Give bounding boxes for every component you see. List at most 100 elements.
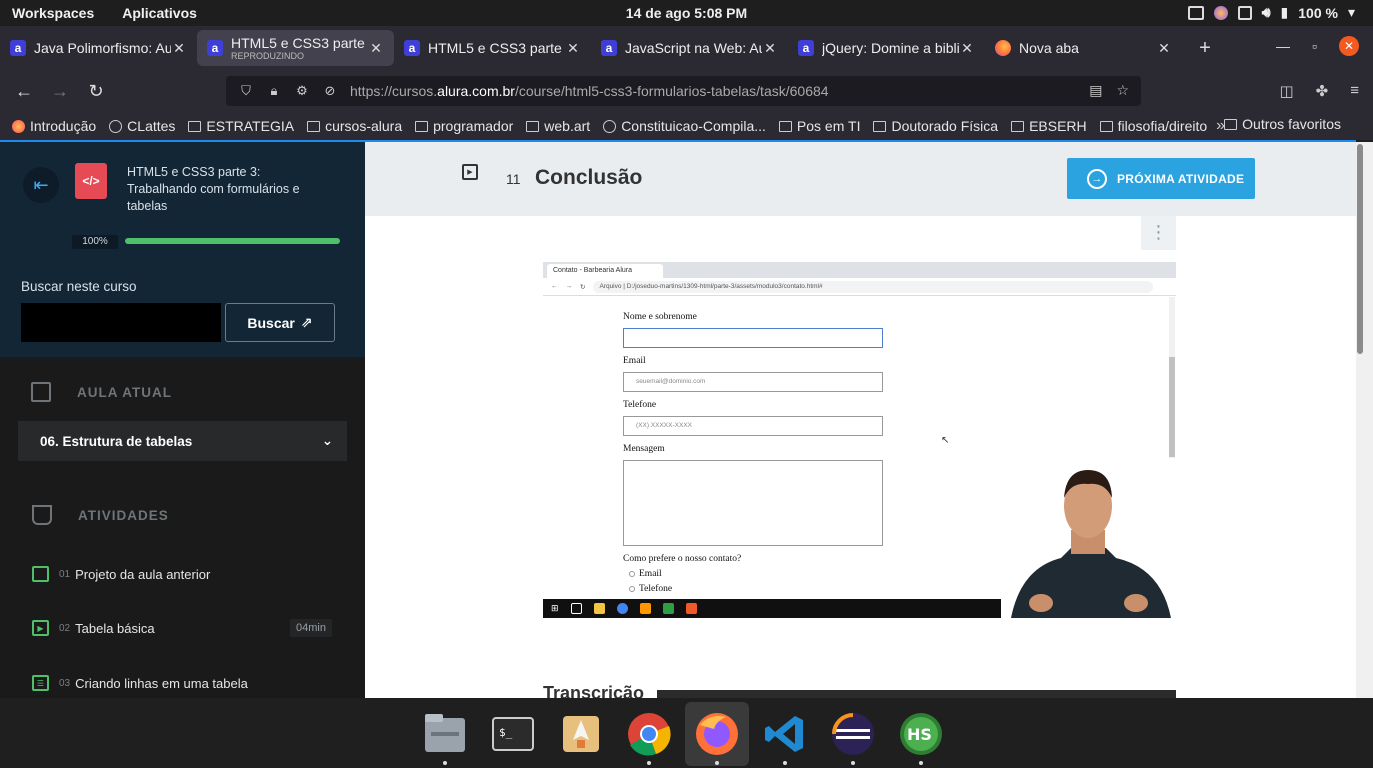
chrome-icon bbox=[616, 603, 628, 614]
tab-title: Nova aba bbox=[1019, 40, 1079, 56]
maximize-icon[interactable]: ▫ bbox=[1312, 38, 1317, 54]
app-dock: $_ HS bbox=[0, 698, 1373, 768]
browser-tab[interactable]: Nova aba ✕ bbox=[985, 30, 1182, 66]
close-tab-icon[interactable]: ✕ bbox=[1156, 40, 1172, 57]
close-tab-icon[interactable]: ✕ bbox=[565, 40, 581, 57]
alura-icon: a bbox=[10, 40, 26, 56]
activities-header: ATIVIDADES bbox=[32, 505, 169, 525]
bookmark-folder[interactable]: cursos-alura bbox=[307, 118, 402, 134]
close-tab-icon[interactable]: ✕ bbox=[959, 40, 975, 57]
browser-tab[interactable]: a Java Polimorfismo: Aula ✕ bbox=[0, 30, 197, 66]
video-icon: ▶ bbox=[32, 620, 49, 636]
tab-title: HTML5 e CSS3 parte 3: AREPRODUZINDO bbox=[231, 35, 368, 61]
bookmark-folder[interactable]: Doutorado Física bbox=[873, 118, 998, 134]
bookmark-item[interactable]: Constituicao-Compila... bbox=[603, 118, 766, 134]
files-app-icon[interactable] bbox=[413, 702, 477, 766]
battery-icon[interactable]: ▮ bbox=[1281, 4, 1289, 21]
lock-icon[interactable]: 🔒︎ bbox=[266, 83, 282, 99]
radio-option: Email bbox=[629, 569, 662, 579]
volume-icon[interactable]: 🔊︎ bbox=[1262, 4, 1271, 21]
bookmark-folder[interactable]: Pos em TI bbox=[778, 118, 860, 134]
sublime-icon bbox=[639, 603, 651, 614]
tab-title: JavaScript na Web: Aula bbox=[625, 40, 762, 56]
shield-icon[interactable]: ⛉ bbox=[238, 83, 254, 99]
minimize-icon[interactable]: — bbox=[1276, 38, 1290, 54]
close-tab-icon[interactable]: ✕ bbox=[171, 40, 187, 57]
scrollbar-thumb[interactable] bbox=[1357, 144, 1363, 354]
firefox-tray-icon[interactable] bbox=[1213, 5, 1228, 20]
progress-fill bbox=[125, 238, 340, 244]
task-header: ▶ 11 Conclusão → PRÓXIMA ATIVIDADE bbox=[365, 142, 1356, 216]
bookmark-item[interactable]: CLattes bbox=[109, 118, 175, 134]
task-title: Conclusão bbox=[535, 166, 643, 189]
transcription-heading: Transcrição bbox=[543, 683, 645, 698]
back-icon[interactable]: ← bbox=[6, 81, 42, 102]
list-icon: ☰ bbox=[32, 675, 49, 691]
apps-button[interactable]: Aplicativos bbox=[122, 5, 197, 21]
collapse-sidebar-button[interactable]: ⇤ bbox=[23, 167, 59, 203]
hs-app-icon[interactable]: HS bbox=[889, 702, 953, 766]
vscode-app-icon[interactable] bbox=[753, 702, 817, 766]
reader-view-icon[interactable]: ▤ bbox=[1089, 82, 1102, 99]
system-top-bar: Workspaces Aplicativos 14 de ago 5:08 PM… bbox=[0, 0, 1373, 26]
browser-tab[interactable]: a HTML5 e CSS3 parte 3: T ✕ bbox=[394, 30, 591, 66]
browser-tab[interactable]: a jQuery: Domine a bibliot ✕ bbox=[788, 30, 985, 66]
terminal-app-icon[interactable]: $_ bbox=[481, 702, 545, 766]
clock[interactable]: 14 de ago 5:08 PM bbox=[626, 5, 747, 21]
page-scrollbar[interactable] bbox=[1356, 142, 1373, 698]
autoplay-blocked-icon[interactable]: ⊘ bbox=[322, 83, 338, 99]
video-player[interactable]: Contato - Barbearia Alura ← → ↻ Arquivo | … bbox=[543, 262, 1176, 618]
forward-icon[interactable]: → bbox=[42, 81, 78, 102]
course-title[interactable]: HTML5 e CSS3 parte 3: Trabalhando com fo… bbox=[127, 164, 327, 215]
eclipse-app-icon[interactable] bbox=[821, 702, 885, 766]
task-content: ▶ 11 Conclusão → PRÓXIMA ATIVIDADE ⋮ Cont… bbox=[365, 142, 1356, 698]
name-field bbox=[623, 328, 883, 348]
bookmark-folder[interactable]: filosofia/direito bbox=[1099, 118, 1207, 134]
activity-item[interactable]: 01 Projeto da aula anterior bbox=[32, 566, 332, 582]
video-type-icon: ▶ bbox=[462, 164, 478, 180]
name-label: Nome e sobrenome bbox=[623, 312, 697, 322]
browser-tab-active[interactable]: a HTML5 e CSS3 parte 3: AREPRODUZINDO ✕ bbox=[197, 30, 394, 66]
pocket-icon[interactable]: ◫ bbox=[1279, 82, 1293, 100]
menu-icon[interactable]: ≡ bbox=[1350, 82, 1359, 100]
browser-nav-bar: ← → ↻ ⛉ 🔒︎ ⚙ ⊘ https://cursos.alura.com.… bbox=[0, 70, 1373, 112]
lesson-select[interactable]: 06. Estrutura de tabelas ⌄ bbox=[18, 421, 347, 461]
network-icon[interactable] bbox=[1237, 5, 1252, 20]
firefox-icon bbox=[995, 40, 1011, 56]
extension-icon[interactable]: ✤ bbox=[1316, 82, 1329, 100]
other-bookmarks-folder[interactable]: Outros favoritos bbox=[1224, 116, 1341, 132]
close-tab-icon[interactable]: ✕ bbox=[368, 40, 384, 57]
email-field: seuemail@dominio.com bbox=[623, 372, 883, 392]
address-bar[interactable]: ⛉ 🔒︎ ⚙ ⊘ https://cursos.alura.com.br/cou… bbox=[226, 76, 1141, 106]
more-options-icon[interactable]: ⋮ bbox=[1141, 216, 1176, 250]
search-button[interactable]: Buscar ⇗ bbox=[225, 303, 335, 342]
new-tab-button[interactable]: + bbox=[1190, 37, 1220, 60]
activity-item[interactable]: ☰ 03 Criando linhas em uma tabela bbox=[32, 675, 332, 691]
chrome-app-icon[interactable] bbox=[617, 702, 681, 766]
folder-icon bbox=[526, 120, 540, 132]
bookmark-folder[interactable]: EBSERH bbox=[1011, 118, 1087, 134]
bookmark-item[interactable]: Introdução bbox=[12, 118, 96, 134]
url-text: https://cursos.alura.com.br/course/html5… bbox=[350, 83, 829, 99]
mouse-cursor-icon: ↖ bbox=[941, 435, 950, 446]
system-menu-icon[interactable]: ▾ bbox=[1348, 4, 1355, 21]
workspaces-button[interactable]: Workspaces bbox=[12, 5, 94, 21]
browser-tab[interactable]: a JavaScript na Web: Aula ✕ bbox=[591, 30, 788, 66]
close-window-icon[interactable]: ✕ bbox=[1339, 36, 1359, 56]
bookmark-star-icon[interactable]: ☆ bbox=[1116, 82, 1129, 99]
firefox-app-icon[interactable] bbox=[685, 702, 749, 766]
explorer-icon bbox=[593, 603, 605, 614]
bookmark-folder[interactable]: ESTRATEGIA bbox=[188, 118, 294, 134]
bookmark-folder[interactable]: programador bbox=[415, 118, 513, 134]
next-activity-button[interactable]: → PRÓXIMA ATIVIDADE bbox=[1067, 158, 1255, 199]
svg-text:HS: HS bbox=[907, 725, 932, 744]
screen-icon[interactable] bbox=[1187, 5, 1204, 20]
launcher-app-icon[interactable] bbox=[549, 702, 613, 766]
course-search-input[interactable] bbox=[21, 303, 221, 342]
reload-icon[interactable]: ↻ bbox=[78, 81, 114, 102]
permissions-icon[interactable]: ⚙ bbox=[294, 83, 310, 99]
close-tab-icon[interactable]: ✕ bbox=[762, 40, 778, 57]
bookmark-folder[interactable]: web.art bbox=[526, 118, 590, 134]
activity-item[interactable]: ▶ 02 Tabela básica 04min bbox=[32, 619, 332, 637]
phone-field: (XX) XXXXX-XXXX bbox=[623, 416, 883, 436]
